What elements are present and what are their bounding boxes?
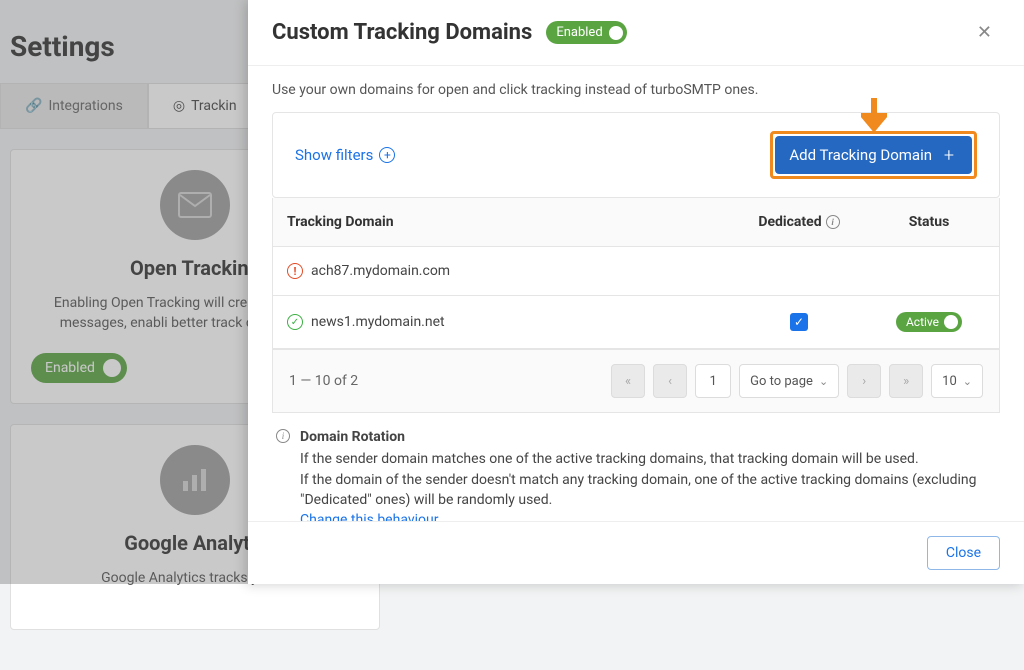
pager-last-button[interactable]: » xyxy=(889,364,923,398)
feature-enabled-toggle[interactable]: Enabled xyxy=(546,21,626,44)
show-filters-label: Show filters xyxy=(295,146,373,164)
pager-prev-button[interactable]: ‹ xyxy=(653,364,687,398)
add-tracking-domain-button[interactable]: Add Tracking Domain + xyxy=(775,136,972,174)
close-icon[interactable]: ✕ xyxy=(969,18,1000,47)
close-button[interactable]: Close xyxy=(927,536,1000,570)
chevron-down-icon: ⌄ xyxy=(963,375,972,388)
show-filters-link[interactable]: Show filters + xyxy=(295,146,395,164)
info-icon[interactable]: i xyxy=(826,215,840,229)
col-header-domain: Tracking Domain xyxy=(273,198,739,246)
status-cell xyxy=(859,255,999,287)
pager-range: 1 — 10 of 2 xyxy=(289,373,358,389)
pager-page-input[interactable] xyxy=(695,364,731,398)
modal-body: Use your own domains for open and click … xyxy=(248,66,1024,521)
pagination-bar: 1 — 10 of 2 « ‹ Go to page ⌄ › » 10 ⌄ xyxy=(272,350,1000,413)
modal-header: Custom Tracking Domains Enabled ✕ xyxy=(248,0,1024,66)
col-header-dedicated: Dedicated i xyxy=(739,198,859,246)
table-row[interactable]: ✓ news1.mydomain.net ✓ Active xyxy=(273,296,999,349)
check-icon: ✓ xyxy=(287,314,303,330)
intro-text: Use your own domains for open and click … xyxy=(272,82,1000,98)
custom-tracking-domains-modal: Custom Tracking Domains Enabled ✕ Use yo… xyxy=(248,0,1024,584)
error-icon: ! xyxy=(287,263,303,279)
arrow-down-icon xyxy=(861,98,887,132)
add-button-highlight: Add Tracking Domain + xyxy=(770,131,977,179)
note-line: If the sender domain matches one of the … xyxy=(300,449,996,469)
domain-rotation-note: i Domain Rotation If the sender domain m… xyxy=(272,413,1000,521)
change-behaviour-link[interactable]: Change this behaviour xyxy=(300,512,438,521)
modal-title: Custom Tracking Domains xyxy=(272,20,532,45)
status-label: Active xyxy=(906,315,939,329)
pager-first-button[interactable]: « xyxy=(611,364,645,398)
info-icon: i xyxy=(276,429,290,443)
toggle-knob xyxy=(944,315,958,329)
table-row[interactable]: ! ach87.mydomain.com xyxy=(273,247,999,296)
domain-cell: news1.mydomain.net xyxy=(311,314,445,330)
filter-bar: Show filters + Add Tracking Domain + xyxy=(272,112,1000,198)
status-active-toggle[interactable]: Active xyxy=(896,312,962,332)
note-line: If the domain of the sender doesn't matc… xyxy=(300,470,996,511)
toggle-knob xyxy=(609,26,623,40)
domain-cell: ach87.mydomain.com xyxy=(311,263,450,279)
page-size-select[interactable]: 10 ⌄ xyxy=(931,364,983,398)
note-title: Domain Rotation xyxy=(300,427,996,447)
button-label: Add Tracking Domain xyxy=(789,146,932,164)
plus-icon: + xyxy=(940,146,958,164)
table-header: Tracking Domain Dedicated i Status xyxy=(273,198,999,247)
goto-page-select[interactable]: Go to page ⌄ xyxy=(739,364,839,398)
dedicated-checkbox[interactable]: ✓ xyxy=(790,313,808,331)
dedicated-cell xyxy=(739,255,859,287)
plus-circle-icon: + xyxy=(379,147,395,163)
pager-next-button[interactable]: › xyxy=(847,364,881,398)
tracking-domains-table: Tracking Domain Dedicated i Status ! ach… xyxy=(272,198,1000,350)
col-header-status: Status xyxy=(859,198,999,246)
modal-footer: Close xyxy=(248,521,1024,584)
toggle-label: Enabled xyxy=(556,25,602,40)
chevron-down-icon: ⌄ xyxy=(819,375,828,388)
